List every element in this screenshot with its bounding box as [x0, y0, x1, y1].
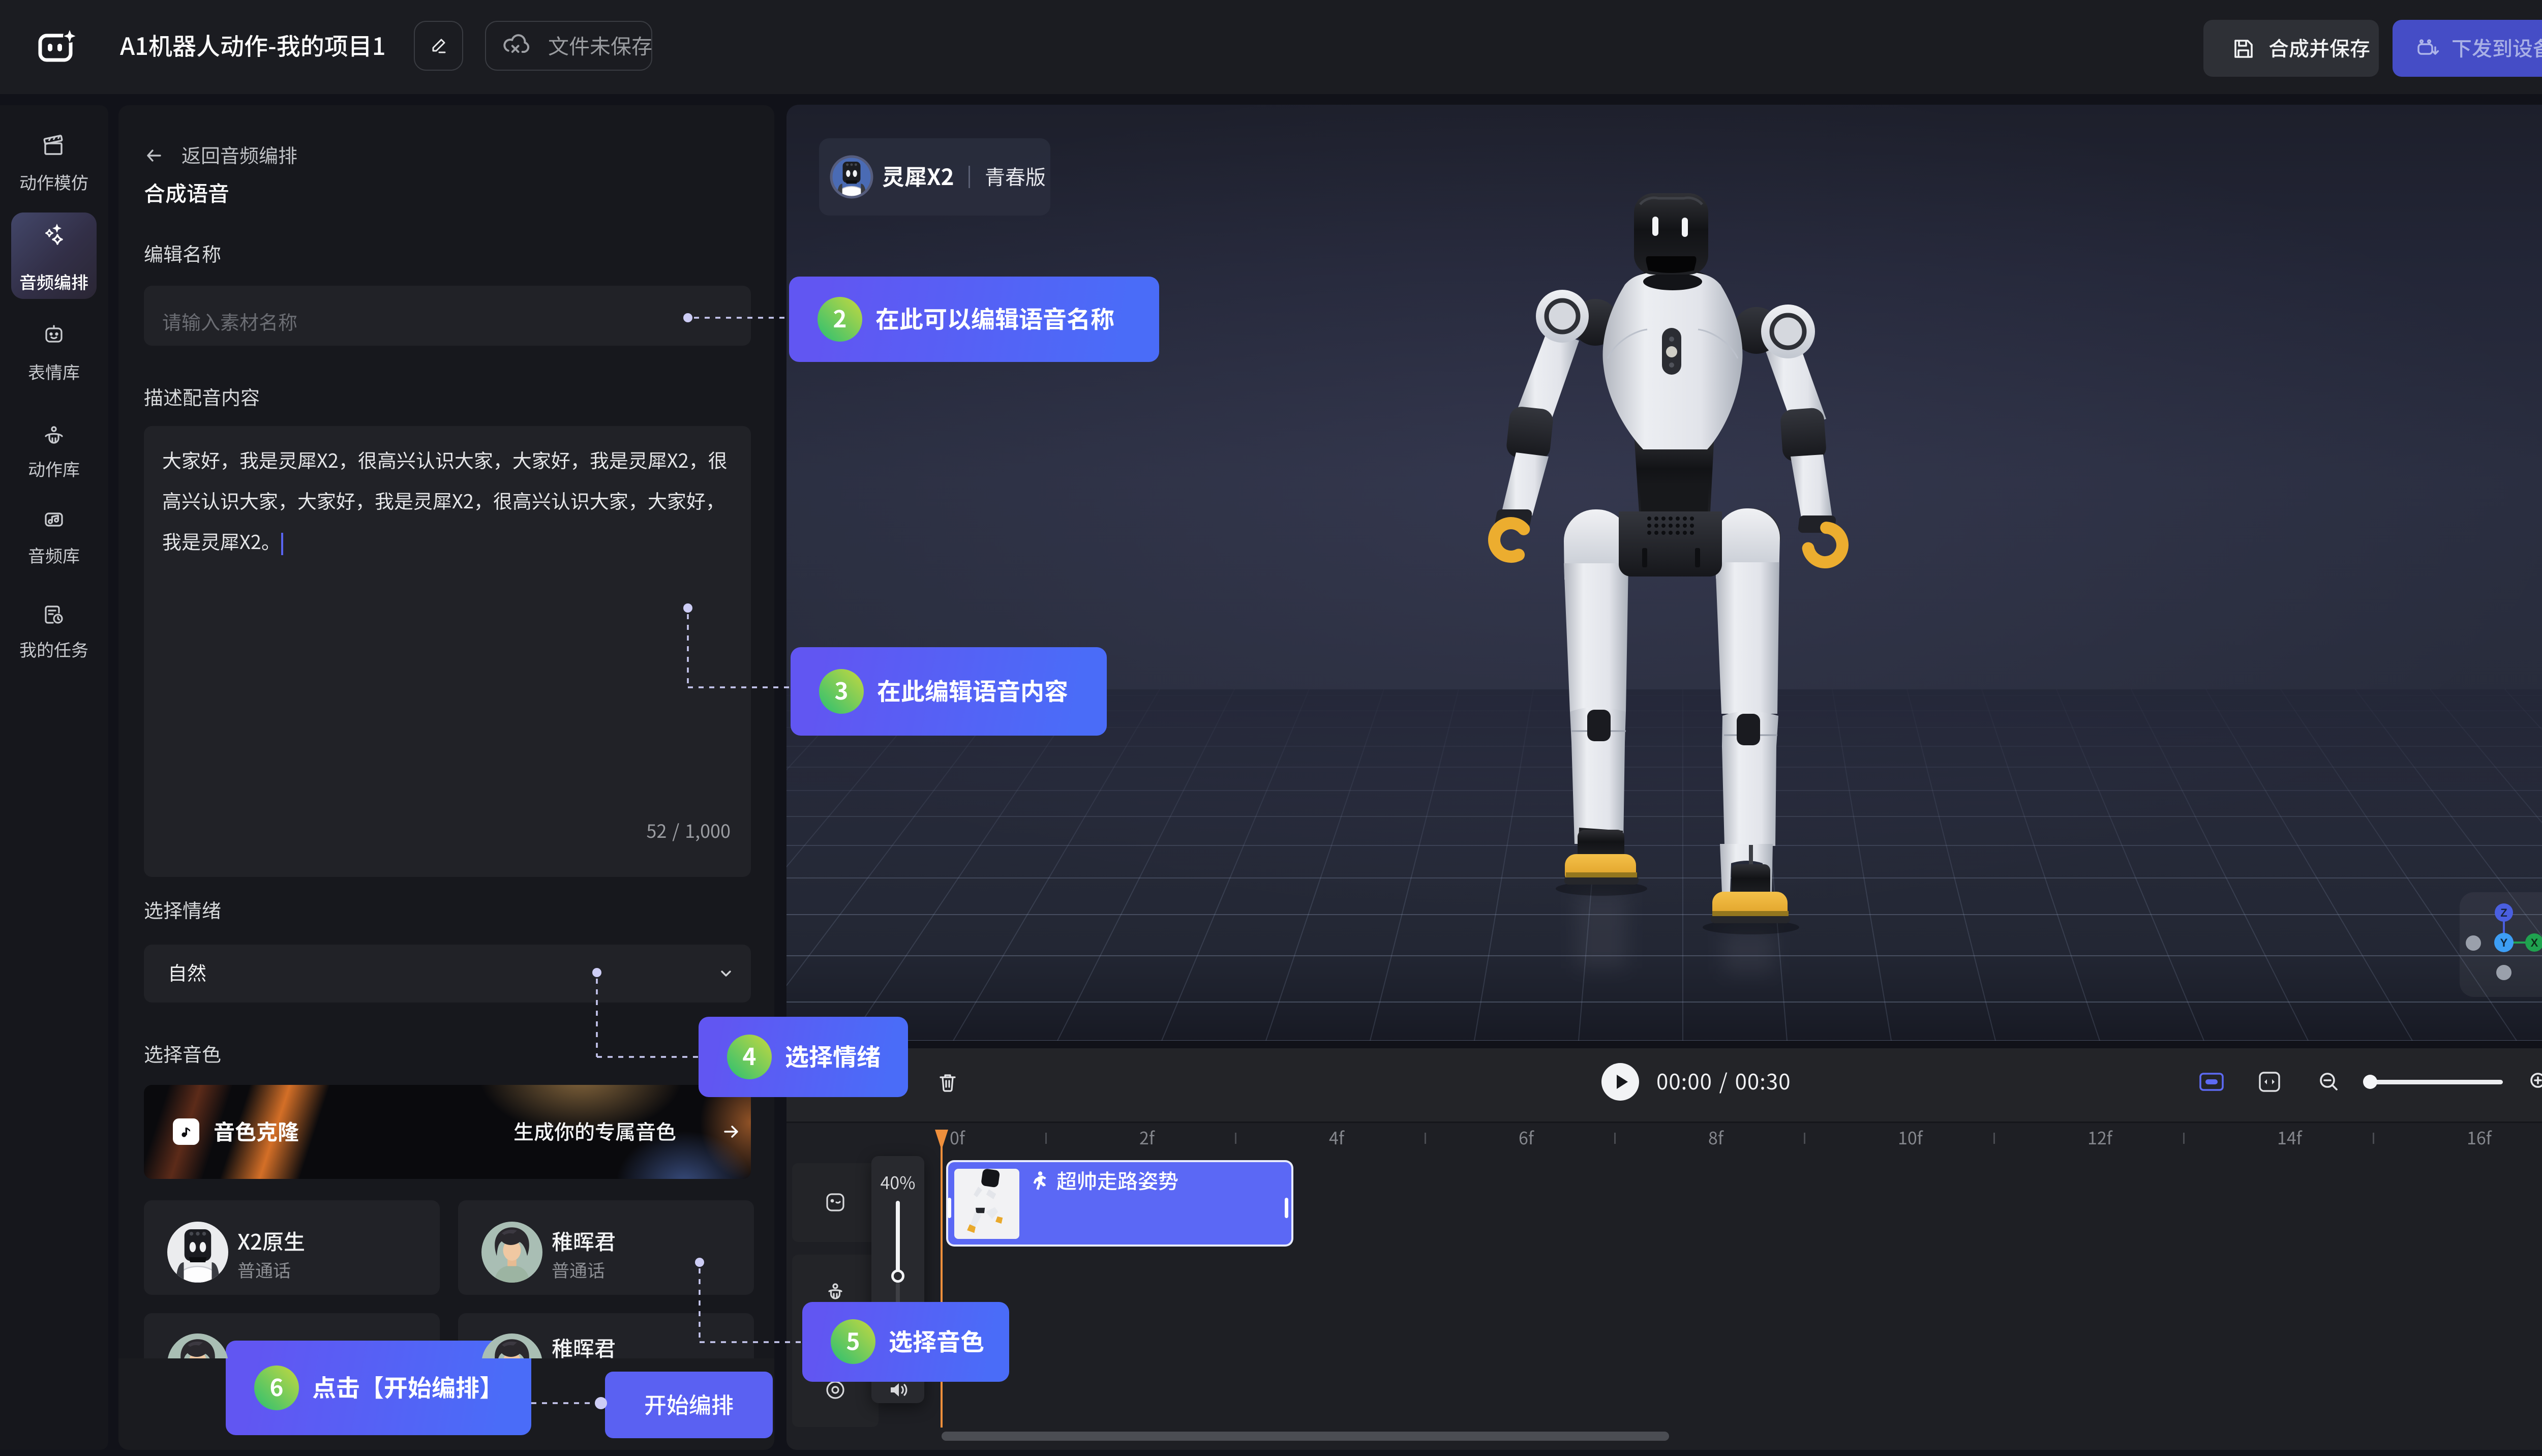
svg-text:Z: Z	[2500, 906, 2507, 919]
svg-text:Y: Y	[2500, 936, 2508, 949]
svg-text:X: X	[2531, 936, 2538, 949]
